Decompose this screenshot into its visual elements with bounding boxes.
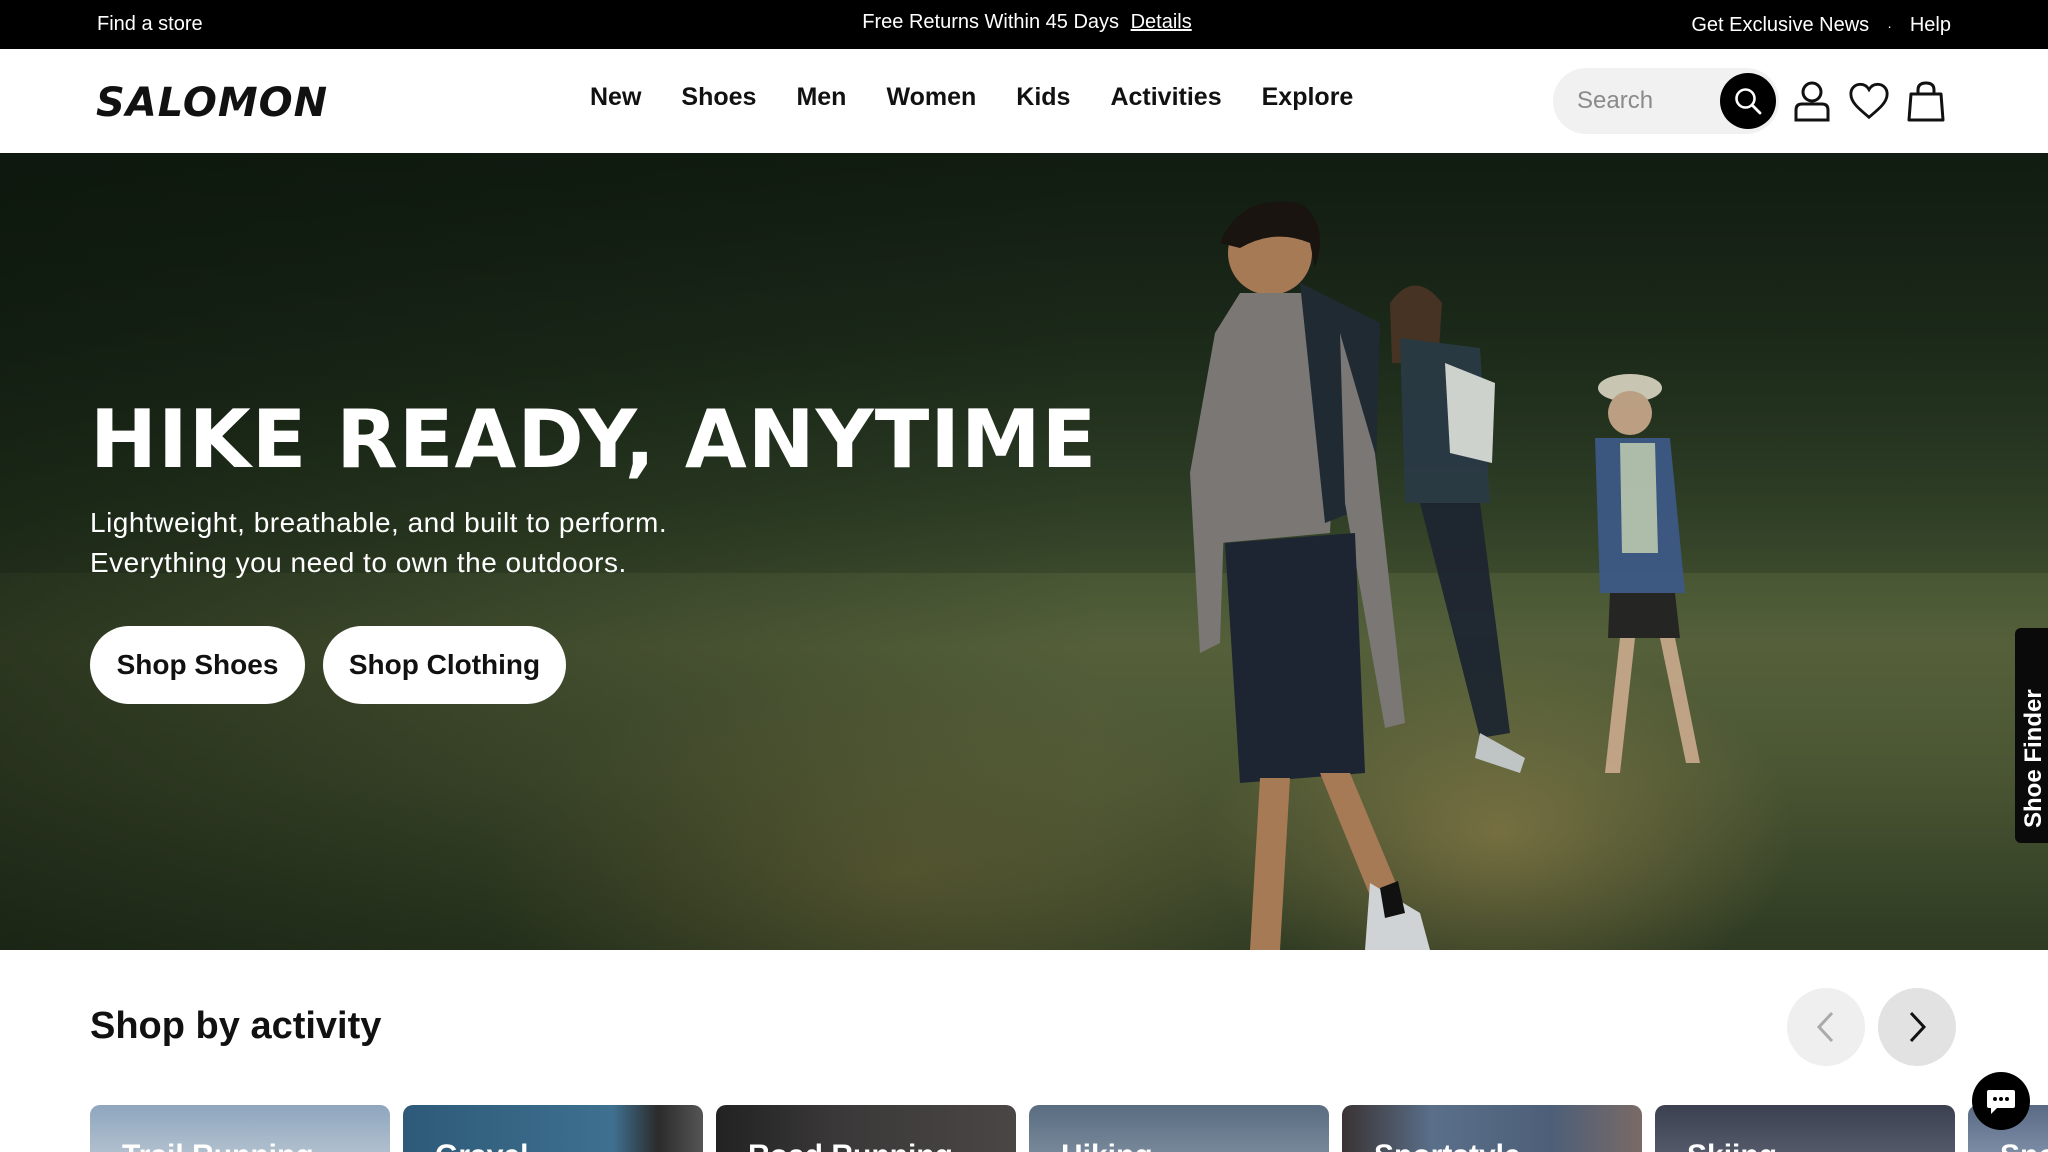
activity-card-trail-running[interactable]: Trail Running — [90, 1105, 390, 1152]
hero-subtitle-line-2: Everything you need to own the outdoors. — [90, 547, 627, 578]
wishlist-heart-icon — [1849, 82, 1889, 120]
activity-card-label: Skiing — [1687, 1139, 1777, 1152]
carousel-next-button[interactable] — [1878, 988, 1956, 1066]
nav-new[interactable]: New — [590, 83, 641, 112]
separator-dot: · — [1887, 17, 1892, 34]
activity-card-road-running[interactable]: Road Running — [716, 1105, 1016, 1152]
exclusive-news-link[interactable]: Get Exclusive News — [1691, 14, 1869, 37]
activity-carousel: Trail Running Gravel Road Running Hiking… — [90, 1105, 2048, 1152]
nav-women[interactable]: Women — [886, 83, 976, 112]
chevron-right-icon — [1909, 1011, 1927, 1043]
search-button[interactable] — [1720, 73, 1776, 129]
activity-card-sportstyle[interactable]: Sportstyle — [1342, 1105, 1642, 1152]
activity-card-label: Sportstyle — [1374, 1139, 1521, 1152]
activity-card-gravel[interactable]: Gravel — [403, 1105, 703, 1152]
shoe-finder-label: Shoe Finder — [2020, 689, 2047, 828]
announcement-bar: Find a store Free Returns Within 45 Days… — [0, 0, 2048, 49]
help-link[interactable]: Help — [1910, 14, 1951, 37]
shop-by-activity-title: Shop by activity — [90, 1005, 382, 1047]
account-icon — [1794, 81, 1830, 122]
activity-card-label: Sno — [2000, 1139, 2048, 1152]
nav-explore[interactable]: Explore — [1262, 83, 1354, 112]
shop-clothing-button[interactable]: Shop Clothing — [323, 626, 566, 704]
wishlist-button[interactable] — [1848, 79, 1890, 123]
search-box — [1553, 68, 1779, 134]
nav-shoes[interactable]: Shoes — [681, 83, 756, 112]
site-header: SALOMON New Shoes Men Women Kids Activit… — [0, 49, 2048, 153]
nav-activities[interactable]: Activities — [1110, 83, 1221, 112]
hero-title: HIKE READY, ANYTIME — [90, 393, 1098, 486]
activity-card-label: Hiking — [1061, 1139, 1153, 1152]
chat-button[interactable] — [1972, 1072, 2030, 1130]
search-icon — [1735, 88, 1762, 115]
nav-kids[interactable]: Kids — [1016, 83, 1070, 112]
hero-subtitle-line-1: Lightweight, breathable, and built to pe… — [90, 507, 668, 538]
promo-details-link[interactable]: Details — [1131, 11, 1192, 33]
salomon-logo[interactable]: SALOMON — [96, 80, 328, 126]
activity-card-label: Gravel — [435, 1139, 528, 1152]
nav-men[interactable]: Men — [796, 83, 846, 112]
hero-banner: HIKE READY, ANYTIME Lightweight, breatha… — [0, 153, 2048, 950]
activity-card-skiing[interactable]: Skiing — [1655, 1105, 1955, 1152]
activity-card-label: Trail Running — [122, 1139, 314, 1152]
shop-shoes-button[interactable]: Shop Shoes — [90, 626, 305, 704]
hero-subtitle: Lightweight, breathable, and built to pe… — [90, 503, 667, 583]
promo-text: Free Returns Within 45 Days — [862, 11, 1120, 33]
hero-image-hikers — [1190, 201, 1700, 950]
shopping-bag-icon — [1907, 81, 1945, 122]
main-nav: New Shoes Men Women Kids Activities Expl… — [590, 83, 1353, 112]
chevron-left-icon — [1816, 1011, 1834, 1043]
carousel-prev-button[interactable] — [1787, 988, 1865, 1066]
search-input[interactable] — [1577, 86, 1707, 116]
shoe-finder-tab[interactable]: Shoe Finder — [2015, 628, 2048, 843]
utility-links: Get Exclusive News · Help — [1691, 14, 1951, 37]
chat-bubble-icon — [1987, 1090, 2015, 1114]
activity-card-label: Road Running — [748, 1139, 953, 1152]
activity-card-hiking[interactable]: Hiking — [1029, 1105, 1329, 1152]
bag-button[interactable] — [1905, 79, 1947, 123]
account-button[interactable] — [1791, 79, 1833, 123]
